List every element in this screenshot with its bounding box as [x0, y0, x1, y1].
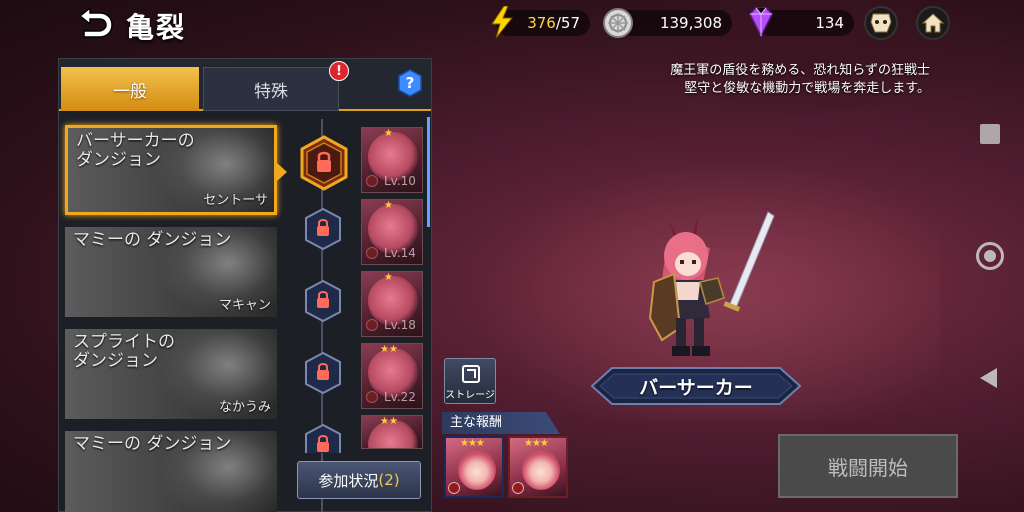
- reward-portrait: [458, 450, 496, 490]
- alert-badge: !: [329, 61, 349, 81]
- selection-arrow: [277, 163, 287, 181]
- reward-stars: ★★★: [460, 438, 485, 449]
- stage-thumbnail[interactable]: ★ Lv.10: [361, 127, 423, 193]
- gold-amount: 139,308: [659, 14, 722, 32]
- reward-item[interactable]: ★★★: [508, 436, 568, 498]
- stage-stars: ★: [384, 200, 393, 211]
- reward-stars: ★★★: [524, 438, 549, 449]
- stage-lock-node[interactable]: [303, 207, 343, 251]
- description-line-2: 堅守と俊敏な機動力で戦場を奔走します。: [684, 81, 930, 96]
- shield-icon: [448, 482, 460, 494]
- character-description: 魔王軍の盾役を務める、恐れ知らずの狂戦士 堅守と俊敏な機動力で戦場を奔走します。: [600, 62, 930, 98]
- lightning-icon: [490, 5, 514, 42]
- shield-icon: [366, 175, 378, 187]
- help-icon: ?: [398, 69, 422, 97]
- lock-icon: [305, 351, 341, 395]
- back-arrow-icon: [78, 6, 113, 38]
- lock-icon: [300, 135, 348, 191]
- gem-counter: 134: [749, 7, 854, 38]
- dungeon-item-mummy[interactable]: マミーの ダンジョン マキャン: [65, 227, 277, 317]
- dungeon-name: スプライトの ダンジョン: [73, 332, 175, 371]
- dungeon-panel: 一般 特殊 ! ? バーサーカーの ダンジョン セントーサ マミーの ダンジョン…: [58, 58, 432, 512]
- help-button[interactable]: ?: [397, 69, 423, 97]
- storage-button[interactable]: ストレージ: [444, 358, 496, 404]
- stage-lock-node[interactable]: [303, 351, 343, 395]
- stage-lock-node[interactable]: [303, 423, 343, 453]
- stage-thumbnail[interactable]: ★ Lv.18: [361, 271, 423, 337]
- shield-icon: [512, 482, 524, 494]
- join-label: 参加状況: [318, 471, 379, 490]
- stage-level: Lv.10: [384, 174, 416, 188]
- scrollbar[interactable]: [427, 117, 430, 227]
- dungeon-boss: マキャン: [218, 298, 271, 313]
- stage-thumbnail[interactable]: ★★ Lv.22: [361, 343, 423, 409]
- tab-special[interactable]: 特殊: [203, 67, 339, 111]
- dungeon-boss: なかうみ: [218, 400, 271, 415]
- reward-portrait: [522, 450, 560, 490]
- dungeon-name: マミーの ダンジョン: [73, 434, 232, 454]
- home-icon: [921, 13, 945, 33]
- mask-menu-button[interactable]: [864, 6, 898, 40]
- energy-current: 376: [527, 14, 556, 32]
- mask-icon: [870, 13, 892, 33]
- tab-bar: 一般 特殊 ! ?: [59, 59, 431, 111]
- coin-icon: [602, 7, 634, 43]
- stage-level: Lv.22: [384, 390, 416, 404]
- dungeon-name: マミーの ダンジョン: [73, 230, 232, 250]
- shield-icon: [366, 391, 378, 403]
- lock-icon: [305, 207, 341, 251]
- dungeon-boss: セントーサ: [203, 193, 268, 208]
- back-nav-icon[interactable]: [980, 368, 997, 388]
- stage-level: Lv.14: [384, 246, 416, 260]
- stage-stars: ★: [384, 128, 393, 139]
- character-sprite: [640, 208, 780, 368]
- reward-panel: 主な報酬 ★★★ ★★★: [442, 412, 572, 512]
- lock-icon: [305, 279, 341, 323]
- description-line-1: 魔王軍の盾役を務める、恐れ知らずの狂戦士: [670, 63, 930, 78]
- character-name: バーサーカー: [639, 376, 753, 399]
- shield-icon: [366, 319, 378, 331]
- stage-thumbnail[interactable]: ★ Lv.14: [361, 199, 423, 265]
- dungeon-item-sprite[interactable]: スプライトの ダンジョン なかうみ: [65, 329, 277, 419]
- stage-thumbnail[interactable]: ★★: [361, 415, 423, 449]
- storage-label: ストレージ: [445, 390, 495, 401]
- stage-stars: ★★: [380, 344, 398, 355]
- home-button[interactable]: [916, 6, 950, 40]
- stage-lock-node[interactable]: [299, 135, 349, 191]
- lock-icon: [305, 423, 341, 453]
- stage-stars: ★★: [380, 416, 398, 427]
- back-button[interactable]: [68, 6, 116, 42]
- page-title: 亀裂: [126, 11, 187, 44]
- storage-icon: [462, 365, 480, 383]
- stage-lock-node[interactable]: [303, 279, 343, 323]
- home-nav-icon[interactable]: [976, 242, 1004, 270]
- tab-general[interactable]: 一般: [61, 67, 199, 111]
- energy-counter: 376/57: [491, 5, 590, 39]
- join-status-button[interactable]: 参加状況 (2): [297, 461, 421, 499]
- dungeon-name: バーサーカーの ダンジョン: [76, 131, 195, 170]
- energy-max: /57: [555, 14, 580, 32]
- gem-amount: 134: [815, 14, 844, 32]
- gold-counter: 139,308: [603, 8, 732, 38]
- join-count: (2): [378, 471, 400, 489]
- stage-stars: ★: [384, 272, 393, 283]
- start-battle-button[interactable]: 戦闘開始: [778, 434, 958, 498]
- recent-apps-icon[interactable]: [980, 124, 1000, 144]
- dungeon-item-mummy-2[interactable]: マミーの ダンジョン: [65, 431, 277, 512]
- dungeon-item-berserker[interactable]: バーサーカーの ダンジョン セントーサ: [65, 125, 277, 215]
- reward-item[interactable]: ★★★: [444, 436, 504, 498]
- gem-icon: [744, 6, 778, 42]
- svg-text:?: ?: [406, 74, 415, 92]
- reward-title: 主な報酬: [442, 412, 560, 434]
- shield-icon: [366, 247, 378, 259]
- stage-level: Lv.18: [384, 318, 416, 332]
